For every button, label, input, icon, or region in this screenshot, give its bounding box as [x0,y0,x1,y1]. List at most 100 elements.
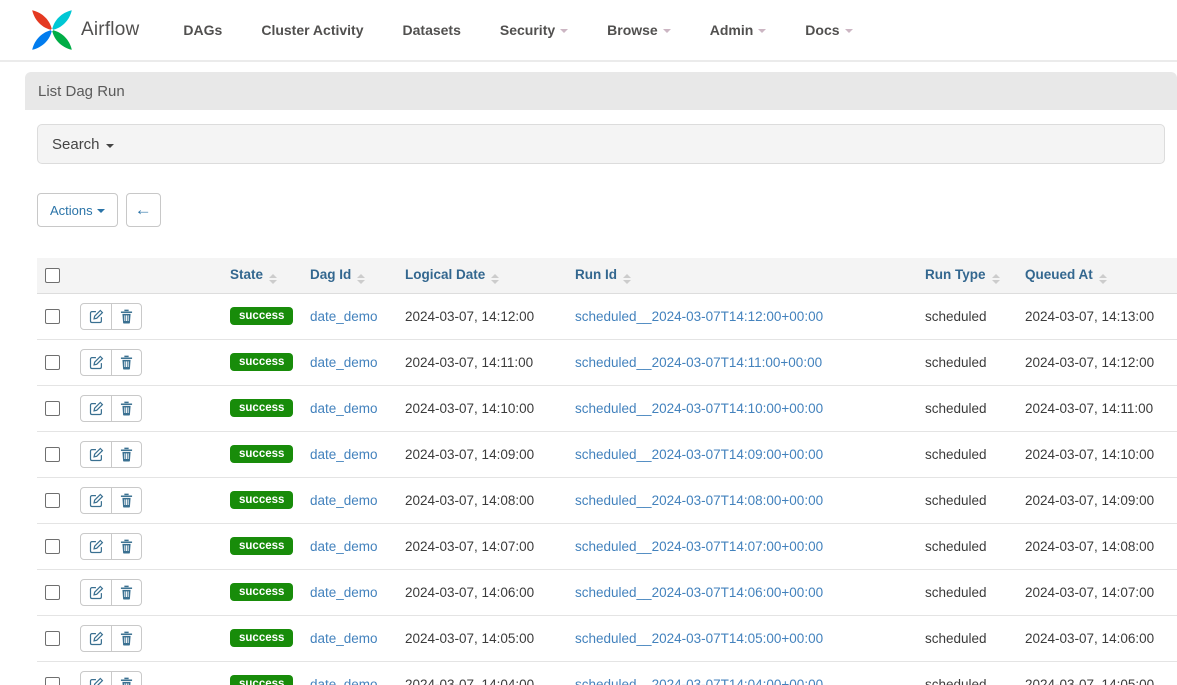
row-checkbox[interactable] [45,539,60,554]
run-type-value: scheduled [925,631,987,646]
chevron-down-icon [845,29,853,33]
row-checkbox[interactable] [45,355,60,370]
column-header-logical-date[interactable]: Logical Date [397,258,567,293]
table-toolbar: Actions ← [37,193,1165,227]
row-checkbox[interactable] [45,401,60,416]
delete-record-button[interactable] [111,534,141,559]
run-id-link[interactable]: scheduled__2024-03-07T14:08:00+00:00 [575,493,823,508]
column-header-dag-id[interactable]: Dag Id [302,258,397,293]
delete-record-button[interactable] [111,488,141,513]
dag-id-link[interactable]: date_demo [310,585,378,600]
edit-record-button[interactable] [81,626,111,651]
edit-record-button[interactable] [81,488,111,513]
run-id-link[interactable]: scheduled__2024-03-07T14:09:00+00:00 [575,447,823,462]
logical-date-value: 2024-03-07, 14:05:00 [405,631,534,646]
edit-pencil-icon [89,447,104,462]
trash-icon [120,401,133,416]
dag-id-link[interactable]: date_demo [310,677,378,685]
page-title: List Dag Run [38,83,125,100]
panel-body: Search Actions ← [25,110,1177,685]
column-header-run-type[interactable]: Run Type [917,258,1017,293]
queued-at-value: 2024-03-07, 14:07:00 [1025,585,1154,600]
edit-record-button[interactable] [81,304,111,329]
nav-item-browse[interactable]: Browse [607,22,671,38]
row-checkbox[interactable] [45,585,60,600]
row-checkbox[interactable] [45,631,60,646]
list-dag-run-panel: List Dag Run Search Actions ← [25,72,1177,685]
edit-pencil-icon [89,309,104,324]
delete-record-button[interactable] [111,442,141,467]
delete-record-button[interactable] [111,672,141,685]
logical-date-value: 2024-03-07, 14:10:00 [405,401,534,416]
run-id-link[interactable]: scheduled__2024-03-07T14:06:00+00:00 [575,585,823,600]
chevron-down-icon [663,29,671,33]
queued-at-value: 2024-03-07, 14:08:00 [1025,539,1154,554]
delete-record-button[interactable] [111,580,141,605]
nav-item-admin[interactable]: Admin [710,22,767,38]
dag-id-link[interactable]: date_demo [310,401,378,416]
main-nav: DAGs Cluster Activity Datasets Security … [183,22,852,38]
queued-at-value: 2024-03-07, 14:12:00 [1025,355,1154,370]
delete-record-button[interactable] [111,350,141,375]
status-badge: success [230,583,293,602]
back-button[interactable]: ← [126,193,161,227]
edit-record-button[interactable] [81,672,111,685]
chevron-down-icon [97,209,105,213]
sort-icon [623,274,631,284]
nav-item-docs[interactable]: Docs [805,22,852,38]
trash-icon [120,447,133,462]
run-id-link[interactable]: scheduled__2024-03-07T14:05:00+00:00 [575,631,823,646]
trash-icon [120,677,133,685]
sort-icon [269,274,277,284]
edit-record-button[interactable] [81,580,111,605]
dag-id-link[interactable]: date_demo [310,539,378,554]
run-id-link[interactable]: scheduled__2024-03-07T14:12:00+00:00 [575,309,823,324]
table-row: success date_demo 2024-03-07, 14:06:00 s… [37,569,1177,615]
run-type-value: scheduled [925,677,987,685]
dag-id-link[interactable]: date_demo [310,355,378,370]
row-checkbox[interactable] [45,493,60,508]
status-badge: success [230,399,293,418]
delete-record-button[interactable] [111,396,141,421]
dag-id-link[interactable]: date_demo [310,447,378,462]
row-checkbox[interactable] [45,447,60,462]
dag-id-link[interactable]: date_demo [310,309,378,324]
actions-dropdown-button[interactable]: Actions [37,193,118,227]
logical-date-value: 2024-03-07, 14:06:00 [405,585,534,600]
edit-record-button[interactable] [81,534,111,559]
edit-record-button[interactable] [81,396,111,421]
search-dropdown-toggle[interactable]: Search [37,124,1165,164]
run-id-link[interactable]: scheduled__2024-03-07T14:04:00+00:00 [575,677,823,685]
delete-record-button[interactable] [111,626,141,651]
delete-record-button[interactable] [111,304,141,329]
edit-pencil-icon [89,401,104,416]
row-action-buttons [80,487,142,514]
dag-id-link[interactable]: date_demo [310,631,378,646]
nav-item-dags[interactable]: DAGs [183,22,222,38]
status-badge: success [230,445,293,464]
select-all-checkbox[interactable] [45,268,60,283]
column-header-state[interactable]: State [222,258,302,293]
nav-item-cluster-activity[interactable]: Cluster Activity [261,22,363,38]
airflow-logo-link[interactable]: Airflow [30,8,139,52]
column-header-queued-at[interactable]: Queued At [1017,258,1177,293]
run-id-link[interactable]: scheduled__2024-03-07T14:11:00+00:00 [575,355,822,370]
airflow-pinwheel-icon [30,8,74,52]
run-id-link[interactable]: scheduled__2024-03-07T14:07:00+00:00 [575,539,823,554]
row-action-buttons [80,533,142,560]
row-checkbox[interactable] [45,677,60,685]
edit-record-button[interactable] [81,350,111,375]
row-checkbox[interactable] [45,309,60,324]
dag-id-link[interactable]: date_demo [310,493,378,508]
nav-item-datasets[interactable]: Datasets [403,22,461,38]
column-header-run-id[interactable]: Run Id [567,258,917,293]
status-badge: success [230,307,293,326]
run-id-link[interactable]: scheduled__2024-03-07T14:10:00+00:00 [575,401,823,416]
edit-record-button[interactable] [81,442,111,467]
top-navbar: Airflow DAGs Cluster Activity Datasets S… [0,0,1177,62]
table-row: success date_demo 2024-03-07, 14:12:00 s… [37,293,1177,339]
chevron-down-icon [758,29,766,33]
run-type-value: scheduled [925,539,987,554]
nav-item-security[interactable]: Security [500,22,568,38]
dagrun-table-body: success date_demo 2024-03-07, 14:12:00 s… [37,293,1177,685]
